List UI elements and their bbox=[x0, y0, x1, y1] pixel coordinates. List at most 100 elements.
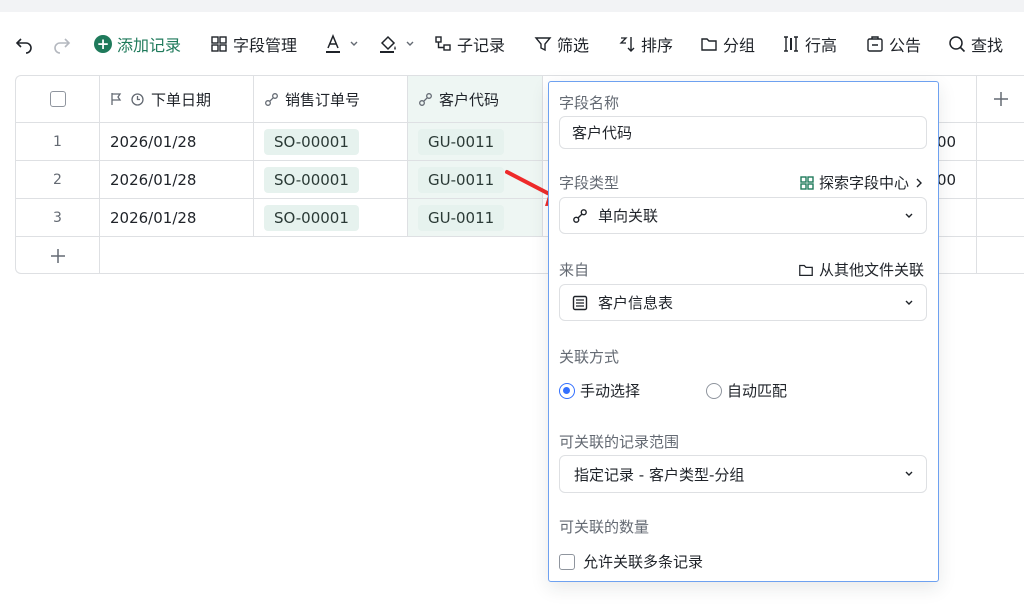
record-chip[interactable]: GU-0011 bbox=[418, 166, 505, 193]
chevron-down-icon bbox=[349, 39, 359, 49]
link-other-file-link[interactable]: 从其他文件关联 bbox=[798, 259, 924, 280]
link-icon bbox=[573, 208, 587, 223]
row-height-button[interactable]: 行高 bbox=[782, 26, 837, 62]
grid-icon bbox=[211, 36, 227, 52]
record-chip[interactable]: SO-00001 bbox=[264, 204, 359, 231]
column-label: 销售订单号 bbox=[285, 90, 361, 109]
field-manage-label: 字段管理 bbox=[233, 36, 298, 55]
group-label: 分组 bbox=[723, 36, 756, 55]
add-row-button[interactable] bbox=[16, 237, 100, 273]
sub-record-label: 子记录 bbox=[457, 36, 506, 55]
folder-icon bbox=[701, 38, 717, 51]
radio-manual-select[interactable]: 手动选择 bbox=[559, 380, 640, 401]
record-range-value: 指定记录 - 客户类型-分组 bbox=[574, 465, 745, 484]
record-chip[interactable]: SO-00001 bbox=[264, 128, 359, 155]
plus-icon bbox=[993, 92, 1008, 106]
order-date-cell[interactable]: 2026/01/28 bbox=[100, 199, 254, 237]
record-chip[interactable]: GU-0011 bbox=[418, 128, 505, 155]
folder-icon bbox=[799, 264, 813, 276]
column-header-order-number[interactable]: 销售订单号 bbox=[254, 76, 408, 123]
checkbox-icon bbox=[559, 553, 575, 570]
radio-auto-match[interactable]: 自动匹配 bbox=[706, 380, 787, 401]
group-button[interactable]: 分组 bbox=[700, 26, 755, 62]
add-record-label: 添加记录 bbox=[117, 36, 182, 55]
sub-record-button[interactable]: 子记录 bbox=[434, 26, 505, 62]
link-icon bbox=[419, 92, 432, 106]
order-date-cell[interactable]: 2026/01/28 bbox=[100, 161, 254, 199]
order-number-cell[interactable]: SO-00001 bbox=[254, 199, 408, 237]
table-icon bbox=[572, 295, 588, 310]
top-strip bbox=[0, 0, 1024, 12]
column-label: 下单日期 bbox=[151, 90, 212, 109]
filter-button[interactable]: 筛选 bbox=[534, 26, 589, 62]
field-type-value: 单向关联 bbox=[598, 207, 659, 225]
record-chip[interactable]: SO-00001 bbox=[264, 166, 359, 193]
link-mode-label: 关联方式 bbox=[559, 348, 620, 366]
announcement-button[interactable]: 公告 bbox=[866, 26, 921, 62]
source-table-select[interactable]: 客户信息表 bbox=[559, 284, 927, 321]
row-index: 1 bbox=[16, 123, 100, 161]
chevron-down-icon bbox=[905, 471, 913, 476]
redo-button[interactable] bbox=[52, 26, 72, 62]
undo-button[interactable] bbox=[14, 26, 34, 62]
add-record-button[interactable]: + 添加记录 bbox=[94, 26, 181, 62]
search-button[interactable]: 查找 bbox=[948, 26, 1003, 62]
sort-button[interactable]: 排序 bbox=[618, 26, 673, 62]
radio-checked-icon bbox=[559, 382, 575, 399]
add-icon: + bbox=[94, 35, 112, 53]
column-header-customer-code[interactable]: 客户代码 bbox=[408, 76, 543, 123]
field-name-label: 字段名称 bbox=[559, 94, 620, 112]
link-icon bbox=[265, 92, 278, 106]
link-other-file-label: 从其他文件关联 bbox=[818, 261, 924, 279]
announcement-label: 公告 bbox=[889, 36, 922, 55]
radio-unchecked-icon bbox=[706, 382, 722, 399]
explore-field-center-link[interactable]: 探索字段中心 bbox=[800, 172, 924, 193]
filter-icon bbox=[534, 37, 552, 52]
paint-bucket-icon bbox=[380, 35, 396, 53]
search-label: 查找 bbox=[971, 36, 1004, 55]
row-height-label: 行高 bbox=[805, 36, 838, 55]
filter-label: 筛选 bbox=[557, 36, 590, 55]
column-header-order-date[interactable]: 下单日期 bbox=[100, 76, 254, 123]
order-number-cell[interactable]: SO-00001 bbox=[254, 161, 408, 199]
link-count-label: 可关联的数量 bbox=[559, 518, 650, 536]
empty-cell bbox=[977, 123, 1024, 161]
field-config-panel: 字段名称 客户代码 字段类型 探索字段中心 单向关联 来自 从其他文件关联 客户… bbox=[548, 81, 939, 582]
announcement-icon bbox=[867, 36, 883, 52]
search-icon bbox=[949, 36, 966, 53]
empty-cell bbox=[977, 237, 1024, 273]
allow-multiple-checkbox[interactable]: 允许关联多条记录 bbox=[559, 551, 703, 572]
plus-icon bbox=[50, 249, 65, 263]
toolbar: + 添加记录 字段管理 子记录 筛选 排序 分组 行高 公告 查找 bbox=[0, 26, 1024, 62]
field-type-label: 字段类型 bbox=[559, 174, 620, 192]
explore-field-center-label: 探索字段中心 bbox=[818, 174, 909, 192]
sort-icon bbox=[619, 37, 635, 52]
chevron-down-icon bbox=[905, 300, 913, 305]
allow-multiple-label: 允许关联多条记录 bbox=[583, 553, 704, 571]
order-date-cell[interactable]: 2026/01/28 bbox=[100, 123, 254, 161]
select-all-checkbox[interactable] bbox=[49, 91, 66, 107]
field-manage-button[interactable]: 字段管理 bbox=[210, 26, 297, 62]
redo-icon bbox=[54, 38, 71, 54]
record-chip[interactable]: GU-0011 bbox=[418, 204, 505, 231]
record-range-label: 可关联的记录范围 bbox=[559, 433, 680, 451]
row-index: 2 bbox=[16, 161, 100, 199]
customer-code-cell[interactable]: GU-0011 bbox=[408, 123, 543, 161]
empty-cell bbox=[977, 161, 1024, 199]
chevron-right-icon bbox=[916, 178, 922, 187]
radio-label: 自动匹配 bbox=[727, 382, 788, 400]
row-height-icon bbox=[784, 36, 798, 52]
select-all-cell[interactable] bbox=[16, 76, 100, 123]
chevron-down-icon bbox=[405, 39, 415, 49]
field-type-select[interactable]: 单向关联 bbox=[559, 197, 927, 234]
add-column-button[interactable] bbox=[977, 76, 1024, 123]
flag-icon bbox=[111, 93, 122, 105]
text-color-button[interactable] bbox=[324, 26, 359, 62]
empty-cell bbox=[977, 199, 1024, 237]
order-number-cell[interactable]: SO-00001 bbox=[254, 123, 408, 161]
undo-icon bbox=[15, 38, 32, 54]
chevron-down-icon bbox=[905, 213, 913, 218]
record-range-select[interactable]: 指定记录 - 客户类型-分组 bbox=[559, 455, 927, 493]
fill-color-button[interactable] bbox=[378, 26, 415, 62]
field-name-input[interactable]: 客户代码 bbox=[559, 116, 927, 149]
